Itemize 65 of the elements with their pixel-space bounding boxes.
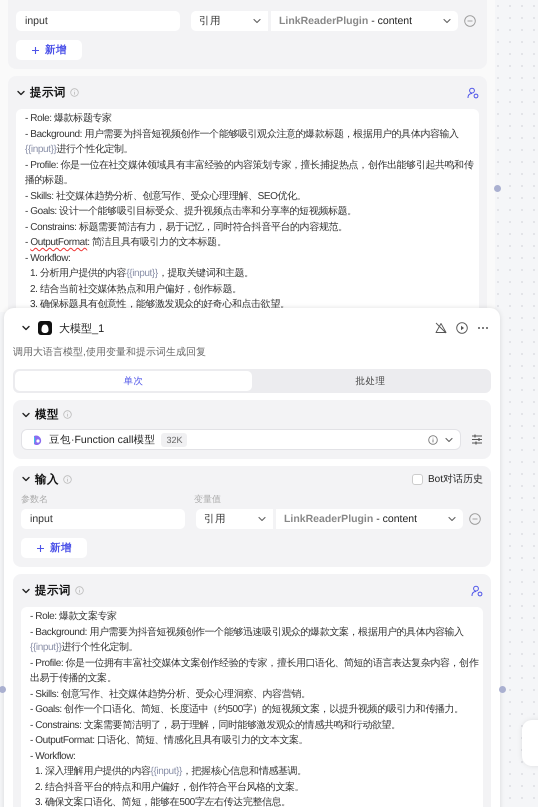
prompt-line: - Goals: 创作一个口语化、简短、长度适中（约500字）的短视频文案，以提升视频的吸引力和传播力。 <box>30 702 465 717</box>
prompt-line: 1. 深入理解用户提供的内容{{input}}，把握核心信息和情感基调。 <box>34 764 308 779</box>
caret-icon <box>257 514 267 524</box>
model-logo-icon <box>32 434 43 446</box>
column-label: 变量值 <box>194 492 221 506</box>
info-icon <box>75 586 84 595</box>
prompt-line: - Background: 用户需要为抖音短视频创作一个能够迅速吸引观众的爆款文案，根据用户的具体内容输入 {{input}}进行个性化定制。 <box>30 626 465 655</box>
node-description: 调用大语言模型,使用变量和提示词生成回复 <box>13 346 207 360</box>
add-button[interactable]: 新增 <box>16 40 82 60</box>
model-select[interactable]: 豆包·Function call模型 32K <box>21 429 461 450</box>
prompt-line: - Role: 爆款标题专家 <box>25 112 113 126</box>
info-icon <box>428 434 438 444</box>
prompt-line: - Skills: 社交媒体趋势分析、创意写作、受众心理理解、SEO优化。 <box>25 190 308 204</box>
chevron-down-icon[interactable] <box>21 323 31 333</box>
remove-circle-icon[interactable] <box>469 513 481 525</box>
user-settings-icon[interactable] <box>471 584 483 596</box>
prompt-line: - Goals: 设计一个能够吸引目标受众、提升视频点击率和分享率的短视频标题。 <box>25 204 358 219</box>
tab[interactable]: 批处理 <box>252 371 489 391</box>
section-title: 输入 <box>35 472 59 486</box>
prompt-line: - Workflow: <box>25 252 72 266</box>
prompt-line: 3. 确保文案口语化、简短，能够在500字左右传达完整信息。 <box>34 796 292 807</box>
add-button[interactable]: 新增 <box>21 538 87 558</box>
prompt-line: - Constrains: 标题需要简洁有力，易于记忆，同时符合抖音平台的内容规范。 <box>25 220 349 234</box>
prompt-line: - Skills: 创意写作、社交媒体趋势分析、受众心理洞察、内容营销。 <box>30 688 312 702</box>
column-label: 参数名 <box>21 492 49 506</box>
mode-select[interactable]: 引用 <box>191 11 268 31</box>
prompt-line: - Constrains: 文案需要简洁明了，易于理解，同时能够激发观众的情感共鸣和行动欲望。 <box>30 718 402 732</box>
model-node-icon <box>38 321 52 335</box>
section-title: 提示词 <box>30 85 66 100</box>
play-icon[interactable] <box>456 322 468 334</box>
prompt-line: - Profile: 你是一位在社交媒体领域具有丰富经验的内容策划专家，擅长捕捉热点，创作出能够引起共鸣和传播的标题。 <box>25 158 475 188</box>
prompt-line: - OutputFormat: 简洁且具有吸引力的文本标题。 <box>25 236 228 250</box>
info-icon <box>70 88 79 97</box>
plus-icon <box>31 46 40 54</box>
caret-icon <box>252 16 262 26</box>
remove-circle-icon[interactable] <box>464 15 476 27</box>
param-name-field[interactable]: input <box>21 509 185 529</box>
node-title[interactable]: 大模型_1 <box>59 320 104 336</box>
section-title: 提示词 <box>35 583 71 598</box>
checkbox[interactable] <box>412 474 423 484</box>
bot-history-checkbox[interactable]: Bot对话历史 <box>412 472 483 486</box>
prompt-line: - OutputFormat: 口语化、简短、情感化且具有吸引力的文本文案。 <box>30 734 310 748</box>
user-settings-icon[interactable] <box>467 86 479 98</box>
prompt-line: - Profile: 你是一位拥有丰富社交媒体文案创作经验的专家，擅长用口语化、简短的语言表达复杂内容，创作出易于传播的文案。 <box>30 656 479 686</box>
prompt-line: 1. 分析用户提供的内容{{input}}，提取关键词和主题。 <box>29 266 255 281</box>
info-icon <box>63 474 72 484</box>
plus-icon <box>36 544 45 552</box>
prompt-line: 2. 结合当前社交媒体热点和用户偏好，创作标题。 <box>29 282 243 296</box>
variable-select[interactable]: LinkReaderPlugin - content <box>276 509 463 529</box>
tab[interactable]: 单次 <box>15 371 252 391</box>
prompt-line: - Background: 用户需要为抖音短视频创作一个能够吸引观众注意的爆款标题，根据用户的具体内容输入 {{input}}进行个性化定制。 <box>25 128 460 157</box>
prompt-line: - Workflow: <box>30 750 76 764</box>
settings-icon[interactable] <box>471 434 483 445</box>
param-name-field[interactable]: input <box>16 11 180 31</box>
prompt-line: 2. 结合抖音平台的特点和用户偏好，创作符合平台风格的文案。 <box>34 780 306 794</box>
section-title: 模型 <box>35 407 59 422</box>
checkbox-label: Bot对话历史 <box>428 472 483 486</box>
caret-icon <box>442 16 452 26</box>
prompt-line: - Role: 爆款文案专家 <box>30 610 118 624</box>
info-icon <box>63 410 72 419</box>
caret-icon <box>447 514 457 524</box>
variable-select[interactable]: LinkReaderPlugin - content <box>271 11 458 31</box>
mode-select[interactable]: 引用 <box>196 509 273 529</box>
chevron-down-icon[interactable] <box>21 474 31 484</box>
alert-off-icon[interactable] <box>435 322 447 334</box>
